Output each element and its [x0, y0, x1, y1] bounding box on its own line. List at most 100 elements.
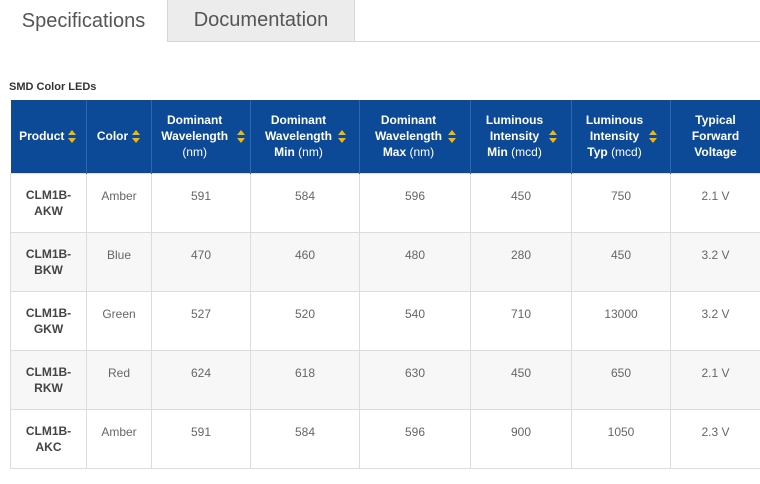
sort-descending-icon	[548, 137, 557, 143]
page: Specifications Documentation SMD Color L…	[0, 0, 760, 484]
column-header-unit: (mcd)	[611, 145, 642, 160]
product-cell: CLM1B- AKW	[10, 172, 87, 233]
column-header-dominant-wavelength[interactable]: Dominant Wavelength (nm)	[151, 100, 251, 173]
sort-ascending-icon	[132, 129, 141, 135]
sort-ascending-icon	[548, 129, 557, 135]
table-cell: 900	[470, 408, 572, 469]
table-row: CLM1B- RKW Red 624 618 630 450 650 2.1 V	[10, 349, 760, 410]
column-header-product[interactable]: Product	[10, 100, 87, 173]
table-cell: Amber	[86, 408, 152, 469]
product-cell: CLM1B- BKW	[10, 231, 87, 292]
sort-ascending-icon	[337, 129, 346, 135]
tab-bar: Specifications Documentation	[0, 0, 760, 42]
table-cell: 584	[250, 172, 360, 233]
table-cell: 630	[359, 349, 471, 410]
table-cell: 280	[470, 231, 572, 292]
table-cell: 450	[470, 172, 572, 233]
specs-table: Product Color Dominant Wavelength (nm) Domi…	[10, 100, 760, 469]
column-header-typical-forward-voltage[interactable]: Typical Forward Voltage	[670, 100, 760, 173]
column-header-label: Dominant Wavelength Max (nm)	[374, 112, 444, 160]
sort-arrows-icon[interactable]	[337, 129, 347, 143]
column-header-label: Dominant Wavelength Min (nm)	[264, 112, 334, 160]
column-header-content: Dominant Wavelength (nm)	[156, 112, 246, 160]
sort-descending-icon	[447, 137, 456, 143]
table-cell: Red	[86, 349, 152, 410]
column-header-content: Dominant Wavelength Min (nm)	[255, 112, 355, 160]
sort-descending-icon	[68, 137, 77, 143]
table-cell: 2.3 V	[670, 408, 760, 469]
table-cell: 591	[151, 408, 251, 469]
table-cell: 596	[359, 172, 471, 233]
table-cell: 3.2 V	[670, 290, 760, 351]
table-cell: 618	[250, 349, 360, 410]
table-cell: 1050	[571, 408, 671, 469]
sort-ascending-icon	[648, 129, 657, 135]
sort-ascending-icon	[68, 129, 77, 135]
table-cell: 2.1 V	[670, 172, 760, 233]
column-header-name: Color	[96, 129, 129, 144]
tab-documentation[interactable]: Documentation	[168, 0, 355, 42]
sort-arrows-icon[interactable]	[447, 129, 457, 143]
product-cell: CLM1B- RKW	[10, 349, 87, 410]
sort-descending-icon	[237, 137, 246, 143]
sort-arrows-icon[interactable]	[68, 129, 77, 143]
column-header-label: Luminous Intensity Typ (mcd)	[585, 112, 645, 160]
table-row: CLM1B- AKW Amber 591 584 596 450 750 2.1 V	[10, 172, 760, 233]
table-cell: 710	[470, 290, 572, 351]
column-header-label: Typical Forward Voltage	[686, 112, 746, 160]
table-cell: 750	[571, 172, 671, 233]
sort-arrows-icon[interactable]	[237, 129, 246, 143]
section-title: SMD Color LEDs	[9, 81, 97, 93]
table-cell: 470	[151, 231, 251, 292]
tab-divider	[168, 41, 760, 42]
column-header-name: Product	[19, 129, 65, 144]
table-header-row: Product Color Dominant Wavelength (nm) Domi…	[10, 100, 760, 173]
column-header-dominant-wavelength-max[interactable]: Dominant Wavelength Max (nm)	[359, 100, 471, 173]
column-header-label: Dominant Wavelength (nm)	[156, 112, 233, 160]
table-cell: 480	[359, 231, 471, 292]
sort-ascending-icon	[447, 129, 456, 135]
table-cell: 2.1 V	[670, 349, 760, 410]
table-cell: 13000	[571, 290, 671, 351]
column-header-content: Color	[91, 128, 147, 144]
column-header-content: Dominant Wavelength Max (nm)	[364, 112, 466, 160]
tab-specifications[interactable]: Specifications	[0, 0, 168, 42]
table-cell: Blue	[86, 231, 152, 292]
column-header-dominant-wavelength-min[interactable]: Dominant Wavelength Min (nm)	[250, 100, 360, 173]
product-cell: CLM1B- AKC	[10, 408, 87, 469]
table-row: CLM1B- GKW Green 527 520 540 710 13000 3.2 V	[10, 290, 760, 351]
sort-descending-icon	[337, 137, 346, 143]
table-cell: 3.2 V	[670, 231, 760, 292]
sort-ascending-icon	[237, 129, 246, 135]
table-cell: 460	[250, 231, 360, 292]
column-header-content: Luminous Intensity Min (mcd)	[475, 112, 567, 160]
table-cell: 527	[151, 290, 251, 351]
sort-descending-icon	[132, 137, 141, 143]
tab-specifications-label: Specifications	[21, 9, 146, 32]
table-cell: 650	[571, 349, 671, 410]
column-header-content: Typical Forward Voltage	[675, 112, 756, 160]
column-header-luminous-intensity-typ[interactable]: Luminous Intensity Typ (mcd)	[571, 100, 671, 173]
table-body: CLM1B- AKW Amber 591 584 596 450 750 2.1 V CLM1B-…	[10, 172, 760, 469]
column-header-unit: (nm)	[298, 145, 323, 160]
sort-arrows-icon[interactable]	[132, 129, 141, 143]
table-cell: 584	[250, 408, 360, 469]
column-header-luminous-intensity-min[interactable]: Luminous Intensity Min (mcd)	[470, 100, 572, 173]
table-row: CLM1B- BKW Blue 470 460 480 280 450 3.2 V	[10, 231, 760, 292]
table-cell: 540	[359, 290, 471, 351]
table-cell: 450	[470, 349, 572, 410]
table-cell: 450	[571, 231, 671, 292]
column-header-unit: (nm)	[182, 145, 207, 160]
column-header-color[interactable]: Color	[86, 100, 152, 173]
column-header-label: Product	[19, 128, 64, 144]
column-header-content: Luminous Intensity Typ (mcd)	[576, 112, 666, 160]
sort-arrows-icon[interactable]	[648, 129, 658, 143]
column-header-unit: (mcd)	[511, 145, 542, 160]
column-header-name: Typical Forward Voltage	[691, 113, 740, 160]
sort-arrows-icon[interactable]	[548, 129, 558, 143]
column-header-content: Product	[15, 128, 83, 144]
table-cell: Amber	[86, 172, 152, 233]
table-cell: 624	[151, 349, 251, 410]
sort-descending-icon	[648, 137, 657, 143]
table-cell: 520	[250, 290, 360, 351]
